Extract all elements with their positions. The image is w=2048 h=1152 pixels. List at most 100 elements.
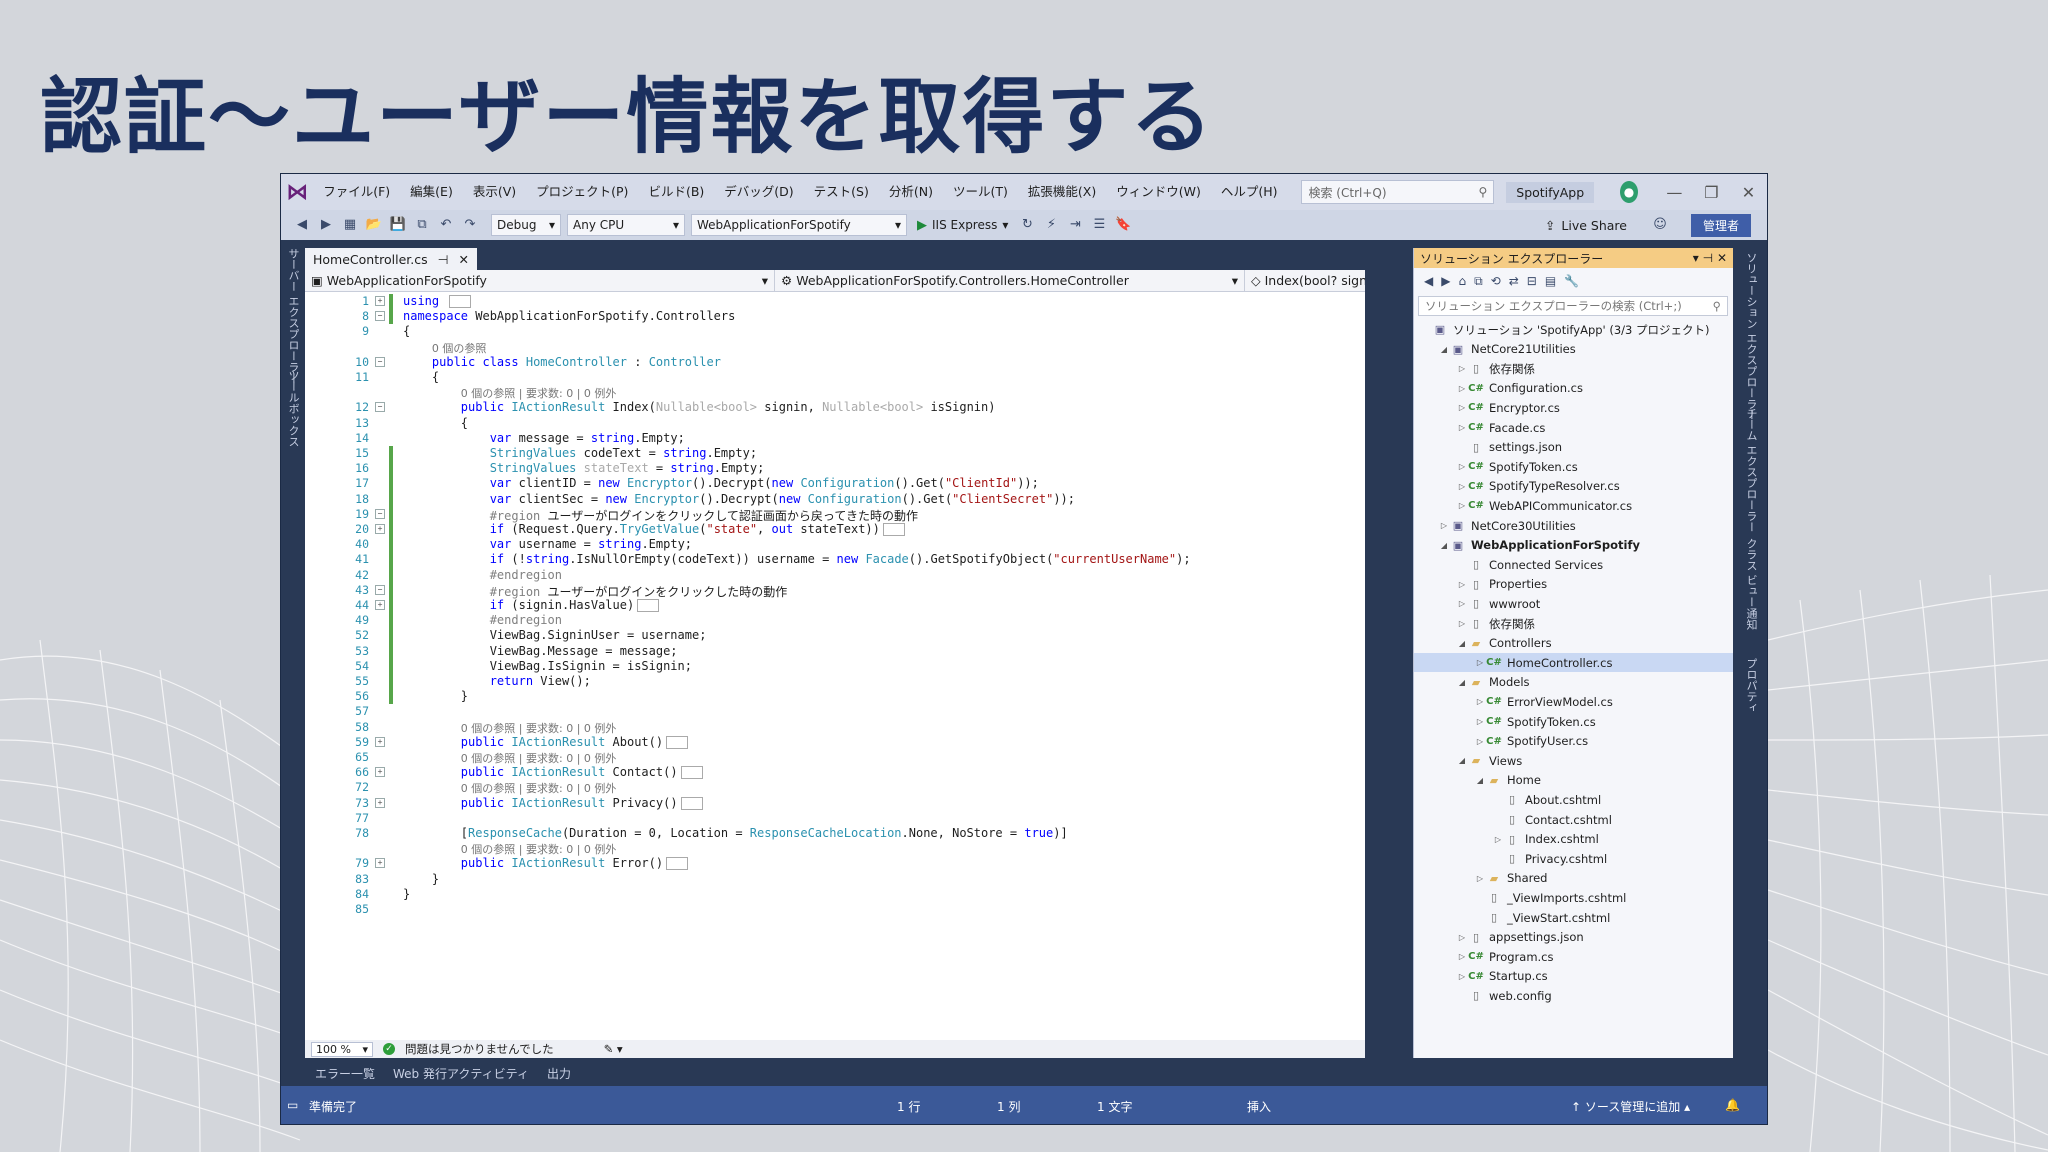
class-nav-select[interactable]: ⚙ WebApplicationForSpotify.Controllers.H… [775,269,1245,292]
menu-item[interactable]: ヘルプ(H) [1211,174,1288,210]
tree-item[interactable]: ▣ ソリューション 'SpotifyApp' (3/3 プロジェクト) [1414,320,1733,339]
account-icon[interactable]: ● [1620,181,1638,203]
brush-icon[interactable]: ✎ ▾ [604,1042,623,1056]
pin-icon[interactable]: ⊣ [1703,251,1713,265]
expanded-arrow-icon[interactable]: ◢ [1456,639,1468,648]
configuration-select[interactable]: Debug ▾ [491,214,561,236]
tree-item[interactable]: ▷ ▯ 依存関係 [1414,359,1733,378]
bookmark-icon[interactable]: 🔖 [1114,216,1132,234]
tree-item[interactable]: ▷ ▯ Index.cshtml [1414,830,1733,849]
switch-views-icon[interactable]: ⧉ [1474,274,1483,289]
tree-item[interactable]: ▯ Connected Services [1414,555,1733,574]
sync-icon[interactable]: ⇄ [1509,274,1519,288]
back-icon[interactable]: ◀ [293,216,311,234]
menu-item[interactable]: プロジェクト(P) [526,174,638,210]
expand-icon[interactable]: + [375,600,385,610]
minimize-button[interactable]: — [1656,183,1693,202]
menu-item[interactable]: 拡張機能(X) [1018,174,1106,210]
collapsed-arrow-icon[interactable]: ▷ [1456,462,1468,471]
redo-icon[interactable]: ↷ [461,216,479,234]
expand-icon[interactable]: + [375,767,385,778]
dropdown-icon[interactable]: ▾ [1693,251,1699,265]
restore-button[interactable]: ❐ [1693,183,1730,202]
collapse-all-icon[interactable]: ⊟ [1527,274,1537,288]
home-icon[interactable]: ⌂ [1458,274,1466,288]
collapsed-arrow-icon[interactable]: ▷ [1474,737,1486,746]
expand-icon[interactable]: + [375,858,385,869]
menu-item[interactable]: デバッグ(D) [714,174,803,210]
server-explorer-tab[interactable]: サーバー エクスプローラー [285,248,301,384]
tree-item[interactable]: ◢ ▰ Views [1414,751,1733,770]
collapsed-arrow-icon[interactable]: ▷ [1474,874,1486,883]
expand-icon[interactable]: + [375,736,385,747]
menu-item[interactable]: ファイル(F) [313,174,400,210]
tab-output[interactable]: 出力 [547,1065,571,1082]
tree-item[interactable]: ▷ C# Encryptor.cs [1414,398,1733,417]
collapsed-arrow-icon[interactable]: ▷ [1456,423,1468,432]
tree-item[interactable]: ▷ C# Facade.cs [1414,418,1733,437]
platform-select[interactable]: Any CPU ▾ [567,214,685,236]
source-control-button[interactable]: ↑ ソース管理に追加 ▴ [1571,1098,1690,1115]
pin-icon[interactable]: ⊣ [438,252,449,267]
tree-item[interactable]: ▷ ▯ 依存関係 [1414,614,1733,633]
tree-item[interactable]: ▷ C# SpotifyToken.cs [1414,457,1733,476]
undo-icon[interactable]: ↶ [437,216,455,234]
issues-status[interactable]: 問題は見つかりませんでした [405,1041,554,1057]
menu-item[interactable]: ウィンドウ(W) [1106,174,1211,210]
open-folder-icon[interactable]: 📂 [365,216,383,234]
tab-error-list[interactable]: エラー一覧 [315,1065,375,1082]
collapsed-arrow-icon[interactable]: ▷ [1474,697,1486,706]
collapse-icon[interactable]: − [375,584,385,595]
tree-item[interactable]: ▷ C# SpotifyTypeResolver.cs [1414,477,1733,496]
collapsed-arrow-icon[interactable]: ▷ [1456,482,1468,491]
menu-item[interactable]: 表示(V) [463,174,526,210]
collapsed-arrow-icon[interactable]: ▷ [1456,364,1468,373]
tree-item[interactable]: ▯ About.cshtml [1414,790,1733,809]
collapsed-arrow-icon[interactable]: ▷ [1474,717,1486,726]
tree-item[interactable]: ▷ C# Startup.cs [1414,967,1733,986]
forward-icon[interactable]: ▶ [317,216,335,234]
tree-item[interactable]: ▷ ▣ NetCore30Utilities [1414,516,1733,535]
tree-item[interactable]: ◢ ▰ Models [1414,673,1733,692]
collapsed-arrow-icon[interactable]: ▷ [1456,384,1468,393]
tab-homecontroller[interactable]: HomeController.cs ⊣ ✕ [305,248,477,270]
expand-icon[interactable]: + [375,524,385,534]
live-share-button[interactable]: ⇪ Live Share [1545,218,1627,233]
search-input[interactable]: 検索 (Ctrl+Q) ⚲ [1301,180,1495,204]
expand-icon[interactable]: + [375,296,385,306]
tree-item[interactable]: ▷ C# Configuration.cs [1414,379,1733,398]
run-button[interactable]: ▶ IIS Express ▾ [913,218,1012,233]
tree-item[interactable]: ▷ C# Program.cs [1414,947,1733,966]
collapsed-arrow-icon[interactable]: ▷ [1456,599,1468,608]
expanded-arrow-icon[interactable]: ◢ [1438,345,1450,354]
startup-project-select[interactable]: WebApplicationForSpotify ▾ [691,214,907,236]
tree-item[interactable]: ▷ ▯ Properties [1414,575,1733,594]
tree-item[interactable]: ◢ ▣ NetCore21Utilities [1414,340,1733,359]
tree-item[interactable]: ▯ _ViewStart.cshtml [1414,908,1733,927]
expanded-arrow-icon[interactable]: ◢ [1456,678,1468,687]
right-rail-tab[interactable]: クラス ビュー [1743,538,1759,608]
collapsed-arrow-icon[interactable]: ▷ [1456,580,1468,589]
tree-item[interactable]: ◢ ▰ Home [1414,771,1733,790]
tree-item[interactable]: ◢ ▰ Controllers [1414,634,1733,653]
comment-icon[interactable]: ☰ [1090,216,1108,234]
tree-item[interactable]: ▷ ▯ wwwroot [1414,594,1733,613]
step-icon[interactable]: ⇥ [1066,216,1084,234]
tree-item[interactable]: ▯ settings.json [1414,438,1733,457]
tree-item[interactable]: ▯ Contact.cshtml [1414,810,1733,829]
notification-bell-icon[interactable]: 🔔 [1725,1098,1740,1112]
collapsed-arrow-icon[interactable]: ▷ [1456,403,1468,412]
right-rail-tab[interactable]: ソリューション エクスプローラー [1743,252,1759,421]
close-icon[interactable]: ✕ [1717,251,1727,265]
collapse-icon[interactable]: − [375,402,385,413]
right-rail-tab[interactable]: プロパティ [1743,658,1759,713]
menu-item[interactable]: 分析(N) [879,174,943,210]
tree-item[interactable]: ▯ _ViewImports.cshtml [1414,888,1733,907]
expand-icon[interactable]: + [375,797,385,808]
save-all-icon[interactable]: ⧉ [413,216,431,234]
collapsed-arrow-icon[interactable]: ▷ [1456,933,1468,942]
solution-explorer-search-input[interactable]: ソリューション エクスプローラーの検索 (Ctrl+;) ⚲ [1418,296,1728,316]
forward-icon[interactable]: ▶ [1441,274,1450,288]
collapsed-arrow-icon[interactable]: ▷ [1456,501,1468,510]
tab-web-publish[interactable]: Web 発行アクティビティ [393,1065,529,1082]
